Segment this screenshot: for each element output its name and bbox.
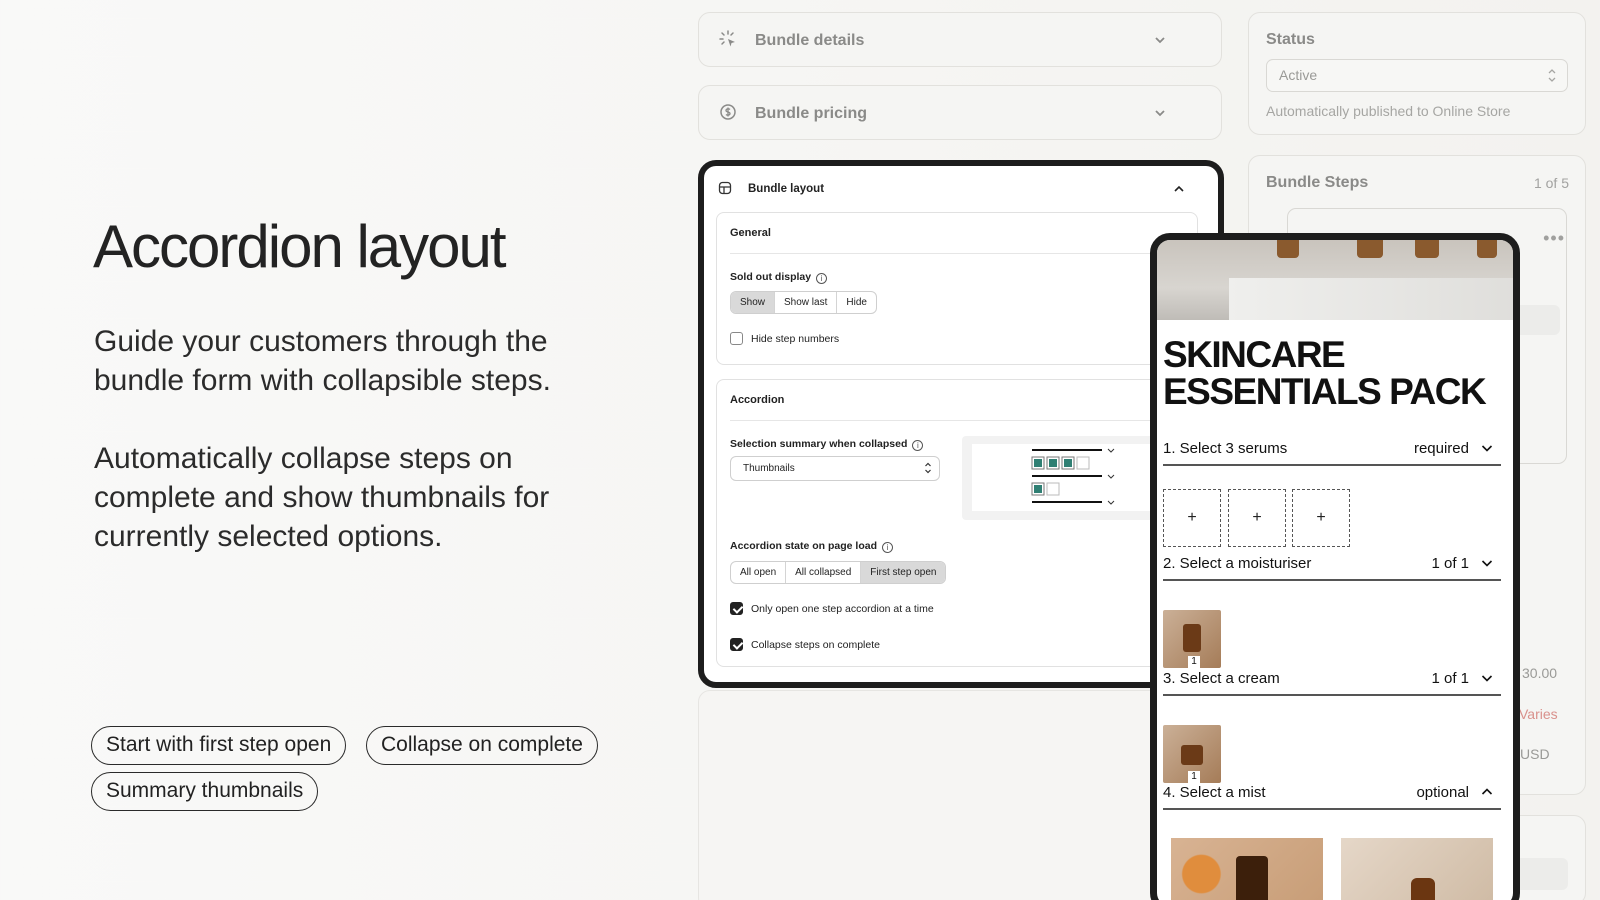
info-icon[interactable]: i [912, 440, 924, 451]
feature-pill-thumbnails: Summary thumbnails [91, 772, 319, 811]
accordion-title: Accordion [730, 394, 785, 406]
accordion-step-3[interactable]: 3. Select a cream 1 of 1 [1163, 666, 1501, 696]
selection-summary-label: Selection summary when collapsed i [730, 438, 924, 451]
status-help-text: Automatically published to Online Store [1266, 103, 1511, 119]
bundle-details-title: Bundle details [755, 32, 865, 49]
step-status: 1 of 1 [1431, 555, 1469, 572]
chevron-down-icon[interactable] [1151, 31, 1169, 49]
accordion-state-segmented-control: All open All collapsed First step open [730, 561, 947, 584]
product-title: SKINCARE ESSENTIALS PACK [1163, 334, 1487, 412]
layout-icon [718, 181, 732, 195]
select-arrows-icon [1548, 69, 1556, 82]
segment-show[interactable]: Show [731, 292, 776, 313]
sold-out-segmented-control: Show Show last Hide [730, 291, 877, 314]
bundle-steps-count: 1 of 5 [1533, 175, 1569, 191]
selected-moisturiser-thumbnail: 1 [1163, 610, 1221, 668]
step-status: optional [1416, 784, 1469, 801]
bottle-shape [1411, 878, 1435, 900]
bundle-layout-title: Bundle layout [748, 183, 825, 195]
mist-product-image[interactable] [1341, 838, 1493, 900]
collapse-on-complete-checkbox[interactable]: Collapse steps on complete [730, 638, 880, 652]
status-card: Status Active Automatically published to… [1248, 12, 1586, 135]
info-icon[interactable]: i [816, 273, 828, 284]
step-status: required [1413, 440, 1469, 457]
dollar-circle-icon [719, 103, 737, 121]
price-value: 30.00 [1522, 665, 1558, 681]
status-select[interactable]: Active [1266, 59, 1568, 92]
product-hero-image [1157, 240, 1513, 320]
step-label: 2. Select a moisturiser [1163, 555, 1312, 572]
add-serum-slot[interactable]: + [1228, 489, 1286, 547]
add-serum-slot[interactable]: + [1163, 489, 1221, 547]
general-section: General Sold out display i Show Show last… [716, 212, 1198, 365]
segment-all-collapsed[interactable]: All collapsed [786, 562, 862, 583]
shelf-shape [1229, 278, 1513, 320]
checkbox-unchecked[interactable] [730, 332, 743, 345]
bottle-shape [1357, 240, 1383, 258]
accordion-step-4[interactable]: 4. Select a mist optional [1163, 780, 1501, 810]
bottle-shape [1236, 856, 1268, 900]
chevron-up-icon[interactable] [1172, 182, 1186, 196]
chevron-down-icon[interactable] [1151, 104, 1169, 122]
bundle-layout-header[interactable]: Bundle layout [718, 180, 824, 200]
chevron-down-icon [1481, 445, 1493, 452]
bottle-shape [1415, 240, 1439, 258]
chevron-down-icon [1481, 560, 1493, 567]
step-label: 4. Select a mist [1163, 784, 1266, 801]
checkbox-checked[interactable] [730, 638, 743, 651]
hide-step-numbers-checkbox[interactable]: Hide step numbers [730, 332, 839, 346]
price-varies: Varies [1519, 706, 1558, 722]
step-label: 1. Select 3 serums [1163, 440, 1288, 457]
storefront-phone-preview: SKINCARE ESSENTIALS PACK 1. Select 3 ser… [1150, 233, 1520, 900]
bundle-details-card[interactable]: Bundle details [698, 12, 1222, 67]
select-arrows-icon [925, 462, 931, 474]
hero-description-2: Automatically collapse steps on complete… [94, 442, 550, 553]
product-jar-shape [1181, 745, 1203, 765]
divider [730, 420, 1197, 421]
chevron-down-icon [1481, 675, 1493, 682]
background-card [698, 690, 1222, 900]
accordion-section: Accordion Selection summary when collaps… [716, 379, 1198, 667]
bottle-shape [1277, 240, 1299, 258]
general-title: General [730, 227, 771, 239]
product-jar-shape [1183, 624, 1201, 652]
bundle-pricing-card[interactable]: Bundle pricing [698, 85, 1222, 140]
chevron-up-icon [1481, 788, 1493, 795]
accordion-step-2[interactable]: 2. Select a moisturiser 1 of 1 [1163, 551, 1501, 581]
hero-description-1: Guide your customers through the bundle … [94, 325, 551, 397]
accordion-state-label: Accordion state on page load i [730, 540, 894, 553]
accordion-step-1[interactable]: 1. Select 3 serums required [1163, 436, 1501, 466]
segment-show-last[interactable]: Show last [775, 292, 838, 313]
sold-out-label: Sold out display i [730, 271, 828, 284]
mist-product-image[interactable] [1171, 838, 1323, 900]
status-title: Status [1266, 31, 1315, 48]
selected-cream-thumbnail: 1 [1163, 725, 1221, 783]
add-serum-slot[interactable]: + [1292, 489, 1350, 547]
step-label: 3. Select a cream [1163, 670, 1280, 687]
feature-pill-collapse: Collapse on complete [366, 726, 598, 765]
cursor-click-icon [719, 30, 737, 48]
selection-summary-value: Thumbnails [743, 463, 795, 474]
divider [730, 253, 1197, 254]
info-icon[interactable]: i [882, 542, 894, 553]
status-value: Active [1279, 67, 1318, 83]
bundle-steps-title: Bundle Steps [1266, 174, 1369, 191]
bundle-pricing-title: Bundle pricing [755, 105, 867, 122]
segment-hide[interactable]: Hide [837, 292, 876, 313]
segment-first-step-open[interactable]: First step open [861, 562, 946, 583]
bundle-layout-panel: Bundle layout General Sold out display i … [698, 160, 1224, 688]
only-one-open-checkbox[interactable]: Only open one step accordion at a time [730, 602, 934, 616]
bottle-shape [1477, 240, 1497, 258]
segment-all-open[interactable]: All open [731, 562, 787, 583]
step-status: 1 of 1 [1431, 670, 1469, 687]
page-title: Accordion layout [93, 213, 507, 280]
feature-pill-first-step: Start with first step open [91, 726, 347, 765]
checkbox-checked[interactable] [730, 602, 743, 615]
currency-label: USD [1520, 746, 1550, 762]
more-options-icon[interactable]: ••• [1543, 228, 1565, 249]
selection-summary-select[interactable]: Thumbnails [730, 456, 940, 481]
